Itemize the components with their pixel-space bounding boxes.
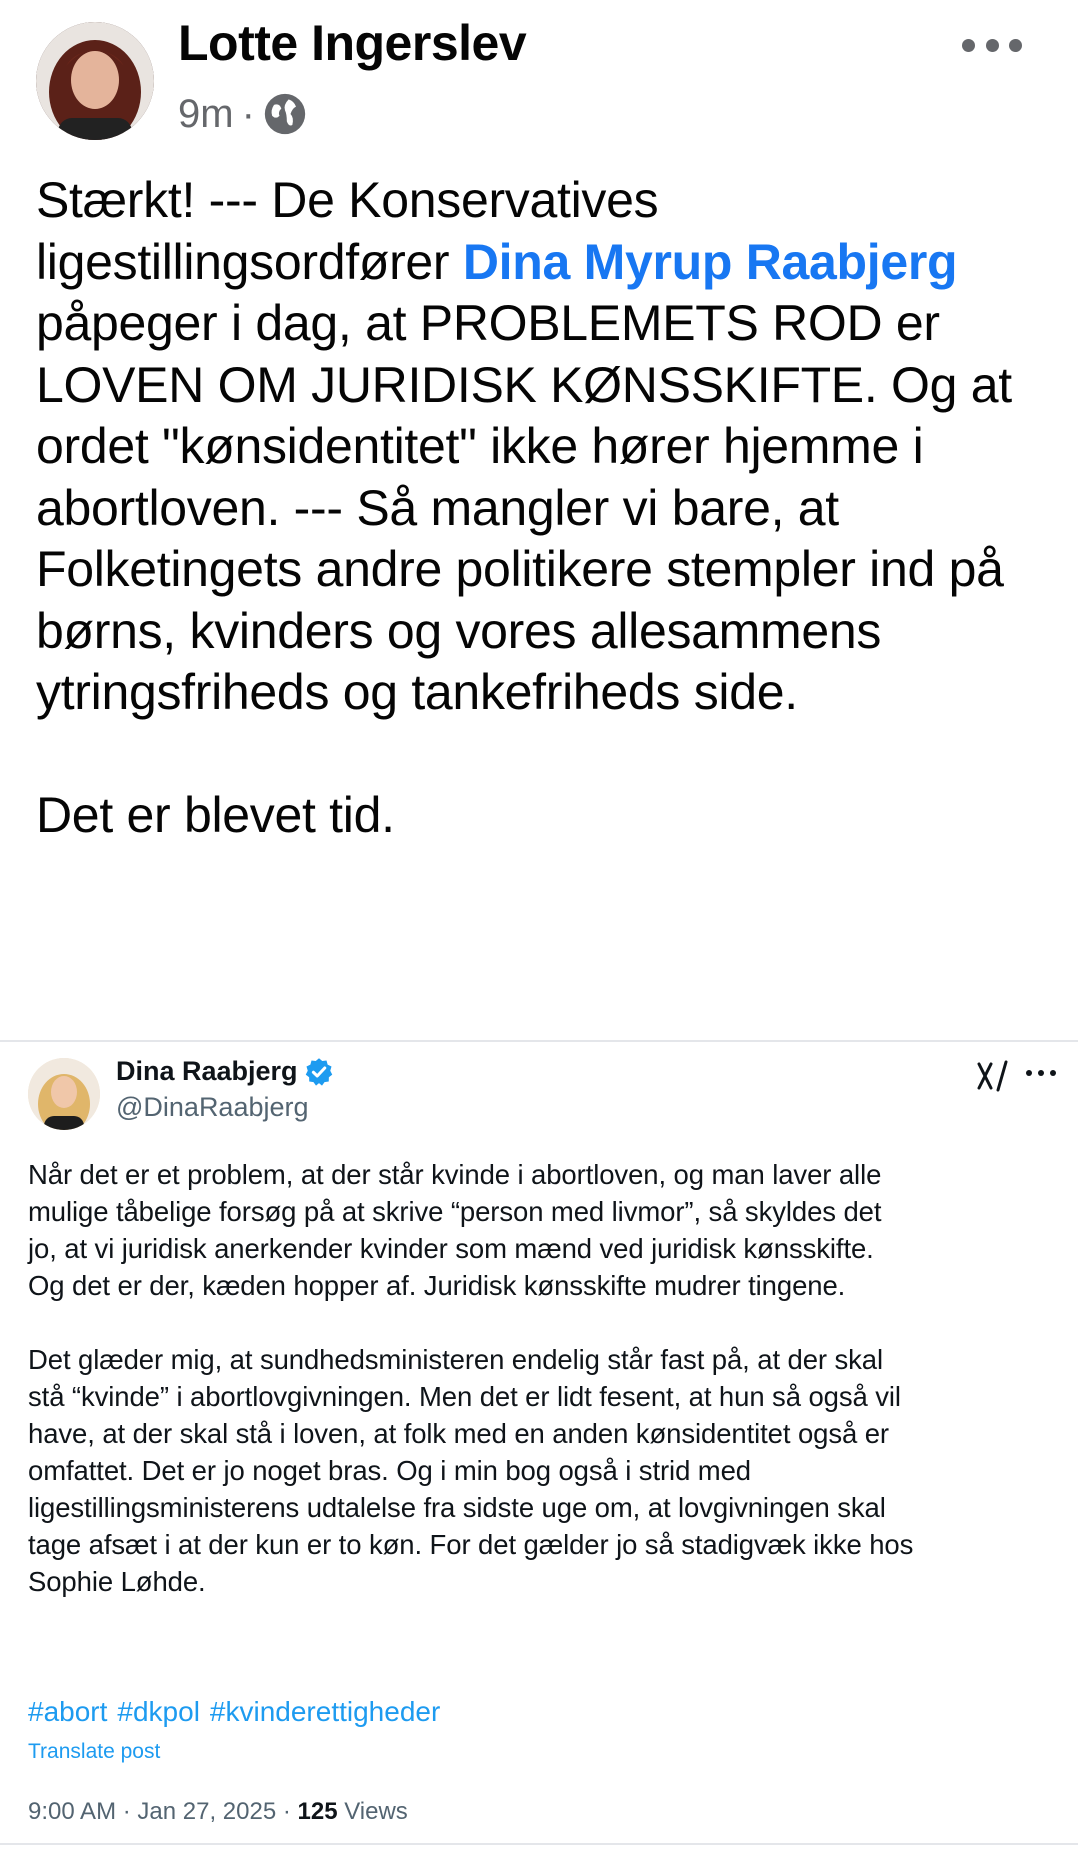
post-header: Lotte Ingerslev 9m ·: [0, 0, 1078, 150]
meta-separator: ·: [241, 91, 255, 136]
tweet-line: Sophie Løhde.: [28, 1566, 206, 1597]
hashtag-dkpol: #dkpol: [117, 1696, 200, 1727]
post-text: Stærkt! --- De Konservatives ligestillin…: [36, 170, 1056, 847]
tweet-line: have, at der skal stå i loven, at folk m…: [28, 1418, 889, 1449]
tweet-line: ligestillingsministerens udtalelse fra s…: [28, 1492, 886, 1523]
tweet-timestamp: 9:00 AM · Jan 27, 2025 ·: [28, 1798, 298, 1825]
tweet-line: stå “kvinde” i abortlovgivningen. Men de…: [28, 1381, 901, 1412]
views-label: Views: [337, 1798, 408, 1825]
tweet-line: tage afsæt i at der kun er to køn. For d…: [28, 1529, 914, 1560]
tweet-line: Og det er der, kæden hopper af. Juridisk…: [28, 1270, 846, 1301]
author-name[interactable]: Lotte Ingerslev: [178, 14, 527, 72]
tweet-avatar: [28, 1058, 100, 1130]
post-meta: 9m ·: [178, 92, 307, 136]
hashtag-kvinderettigheder: #kvinderettigheder: [209, 1696, 441, 1727]
embedded-tweet-image[interactable]: Dina Raabjerg @DinaRaabjerg Når det er e…: [0, 1040, 1078, 1845]
translate-post-link: Translate post: [28, 1740, 161, 1763]
hashtag-abort: #abort: [28, 1696, 108, 1727]
hashtag-list: #abort #dkpol #kvinderettigheder: [28, 1696, 440, 1728]
tweet-line: omfattet. Det er jo noget bras. Og i min…: [28, 1455, 751, 1486]
tweet-text: Når det er et problem, at der står kvind…: [28, 1156, 1058, 1600]
tweet-footer: 9:00 AM · Jan 27, 2025 · 125 Views: [28, 1798, 408, 1826]
tweet-line: Når det er et problem, at der står kvind…: [28, 1159, 882, 1190]
mention-link[interactable]: Dina Myrup Raabjerg: [463, 234, 958, 290]
tweet-handle: @DinaRaabjerg: [116, 1092, 309, 1122]
author-avatar[interactable]: [36, 22, 154, 140]
grok-icon: [976, 1060, 1010, 1092]
post-paragraph: Stærkt! --- De Konservatives ligestillin…: [36, 170, 1056, 724]
verified-badge-icon: [304, 1057, 334, 1087]
bottom-divider: [0, 1843, 1078, 1845]
tweet-author-name: Dina Raabjerg: [116, 1056, 334, 1087]
more-options-icon[interactable]: [962, 30, 1022, 60]
views-count: 125: [297, 1798, 338, 1825]
post-text-rest: påpeger i dag, at PROBLEMETS ROD er LOVE…: [36, 295, 1012, 720]
tweet-line: mulige tåbelige forsøg på at skrive “per…: [28, 1196, 882, 1227]
tweet-more-icon: [1026, 1070, 1056, 1080]
tweet-line: jo, at vi juridisk anerkender kvinder so…: [28, 1233, 874, 1264]
tweet-line: Det glæder mig, at sundhedsministeren en…: [28, 1344, 884, 1375]
tweet-author-label: Dina Raabjerg: [116, 1056, 298, 1086]
post-time[interactable]: 9m: [178, 92, 234, 137]
post-closing: Det er blevet tid.: [36, 787, 395, 843]
globe-icon[interactable]: [263, 92, 307, 136]
